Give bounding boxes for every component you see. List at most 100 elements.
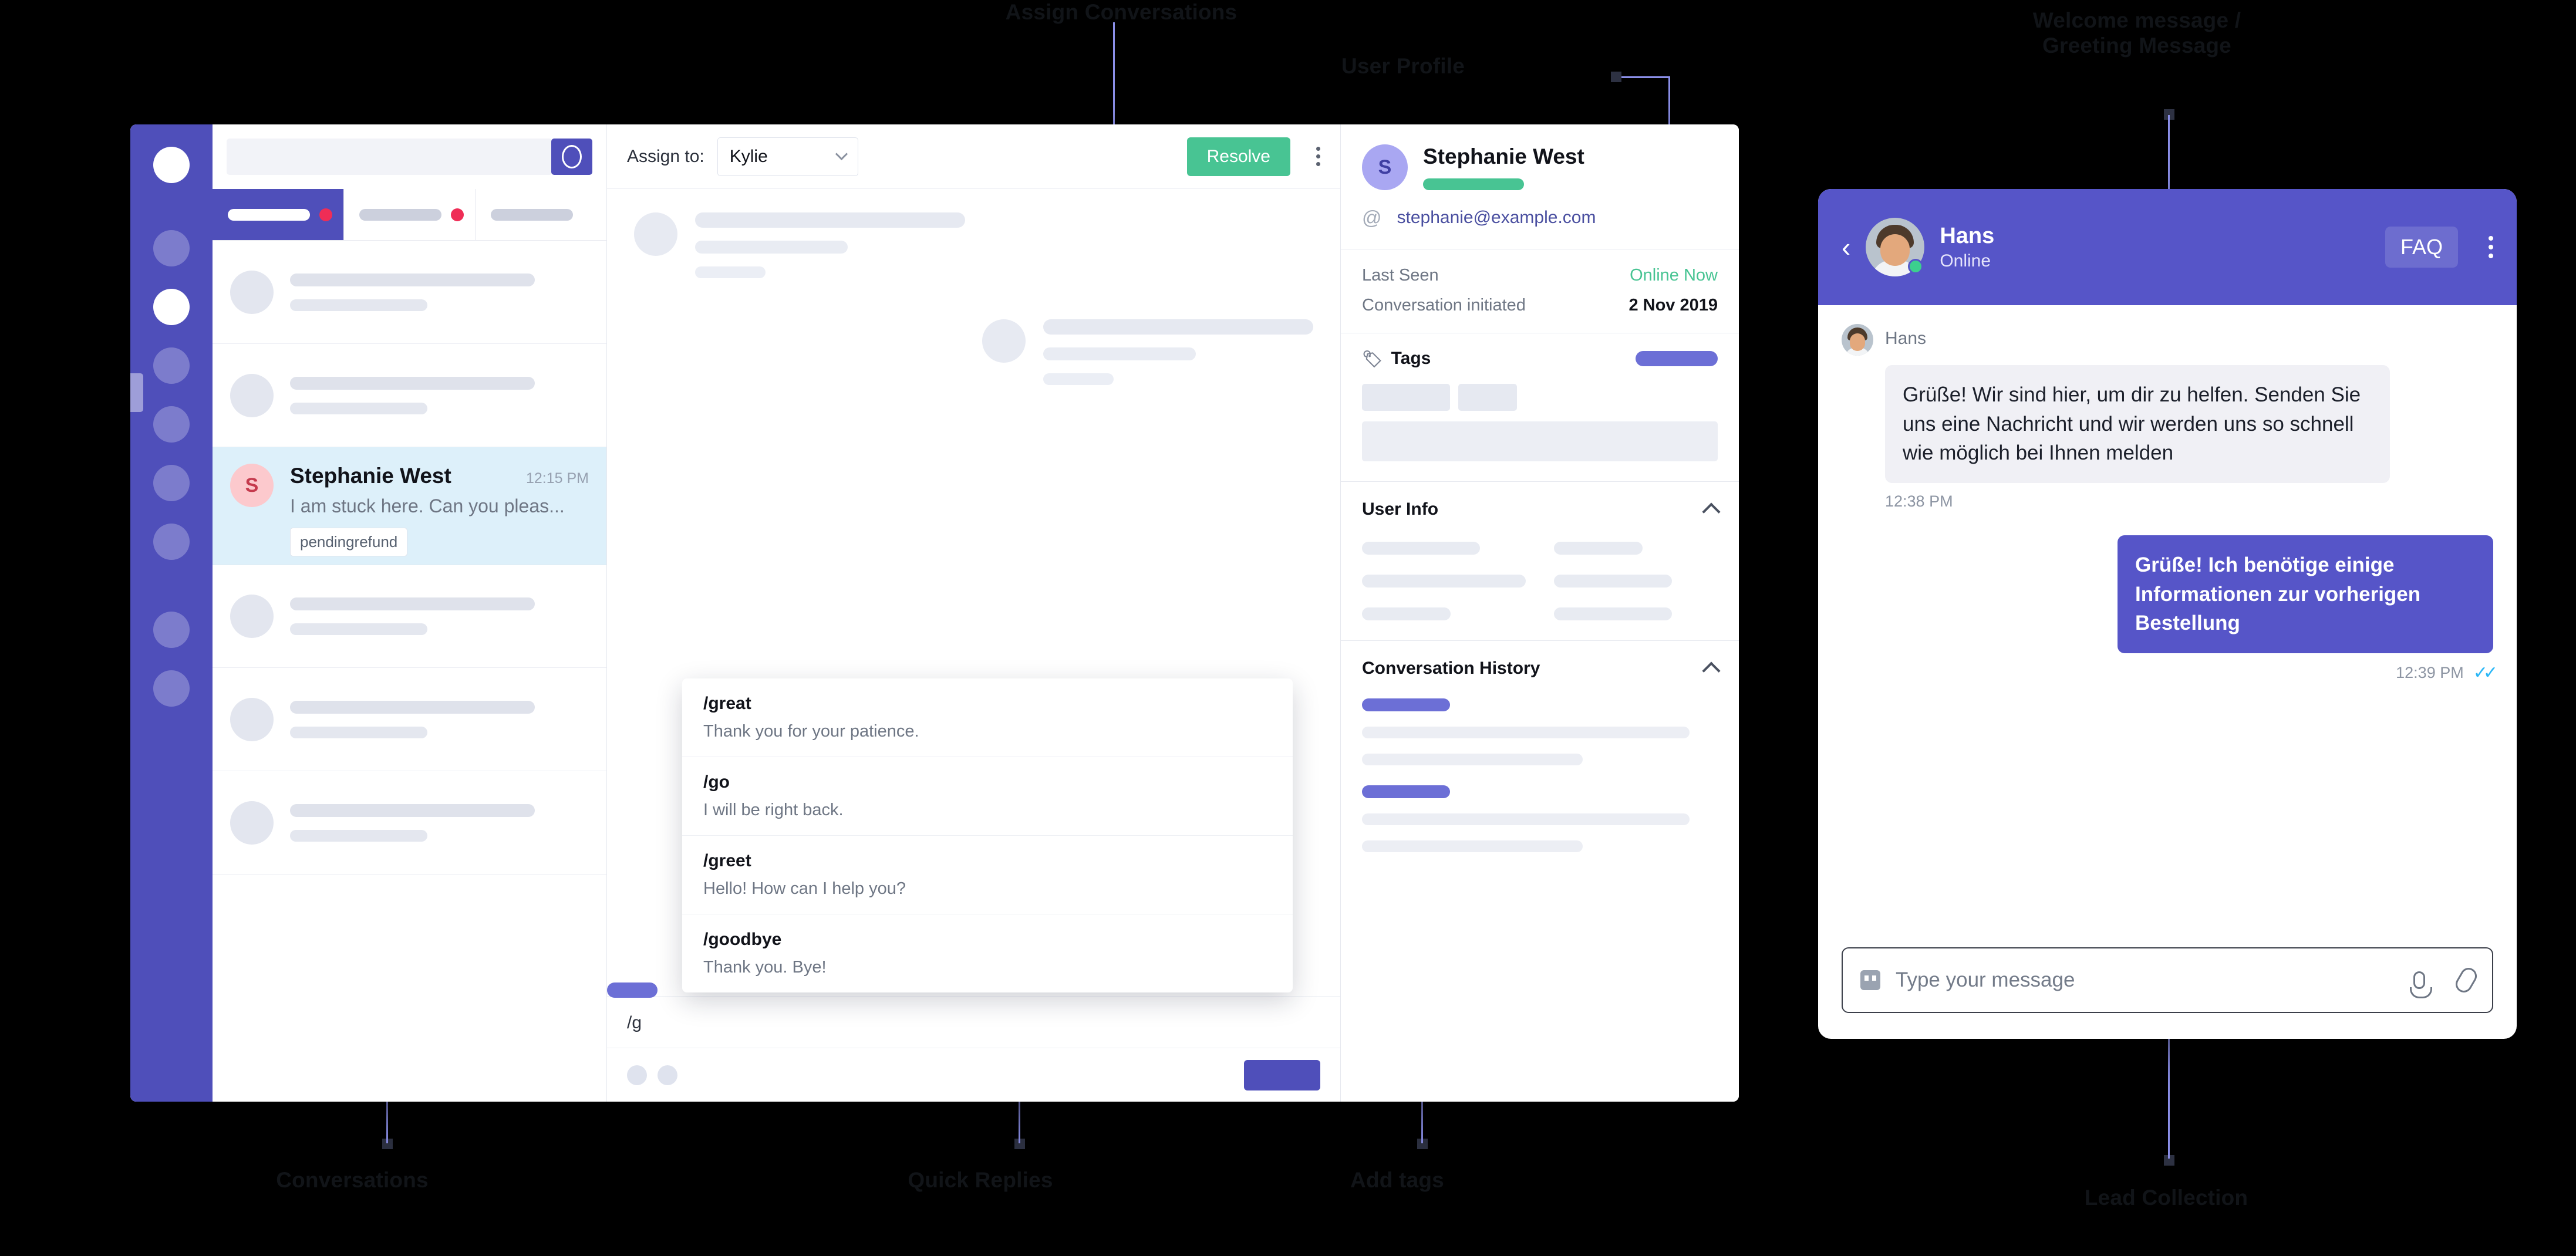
quick-reply-item[interactable]: /greet Hello! How can I help you? [682,836,1293,914]
message-placeholder [634,212,1313,278]
conversation-tag-badge[interactable]: pendingrefund [290,528,408,556]
history-item[interactable] [1362,785,1718,852]
dashboard-window: S Stephanie West 12:15 PM I am stuck her… [130,124,1739,1102]
list-item-selected[interactable]: S Stephanie West 12:15 PM I am stuck her… [213,447,606,565]
sidebar-icon-campaigns[interactable] [153,406,190,443]
quick-reply-text: Hello! How can I help you? [703,879,906,898]
profile-meta: Last Seen Online Now Conversation initia… [1341,249,1739,333]
kebab-menu-icon[interactable] [2489,236,2493,258]
incoming-message-header: Hans [1842,324,2493,356]
page-title: Stephanie West [1423,144,1584,168]
assign-to-select[interactable]: Kylie [717,137,858,176]
avatar [230,270,274,314]
conversation-list-panel: S Stephanie West 12:15 PM I am stuck her… [213,124,607,1102]
paperclip-icon[interactable] [2452,964,2480,996]
emoji-icon[interactable] [627,1065,647,1085]
sidebar-collapse-handle[interactable] [130,373,143,412]
conversation-time: 12:15 PM [525,470,589,487]
callout-assign-conversations: Assign Conversations [1005,0,1238,24]
quick-reply-item[interactable]: /goodbye Thank you. Bye! [682,914,1293,992]
list-item[interactable] [213,344,606,447]
meta-row-initiated: Conversation initiated 2 Nov 2019 [1362,296,1718,315]
sidebar-icon-automation[interactable] [153,524,190,560]
outgoing-message-bubble: Grüße! Ich benötige einige Informationen… [2118,535,2493,654]
list-item[interactable] [213,241,606,344]
faq-button[interactable]: FAQ [2385,227,2458,268]
tab-mine[interactable] [213,189,344,240]
list-item[interactable] [213,668,606,771]
microphone-icon[interactable] [2410,971,2432,998]
tab-all[interactable] [476,189,606,240]
history-item-line [1362,813,1690,825]
quick-replies-dropdown[interactable]: /great Thank you for your patience. /go … [682,678,1293,992]
search-input[interactable] [227,139,552,175]
user-info-fields [1362,542,1718,620]
user-info-placeholder [1554,542,1643,555]
chevron-down-icon [835,147,848,161]
callout-welcome-message: Welcome message / Greeting Message [2032,8,2241,58]
chevron-up-icon[interactable] [1702,502,1721,521]
meta-key: Conversation initiated [1362,296,1526,315]
avatar [1842,324,1873,356]
history-item[interactable] [1362,698,1718,765]
widget-message-input[interactable]: Type your message [1842,947,2493,1013]
send-button[interactable] [1244,1059,1320,1090]
search-icon[interactable] [551,139,592,175]
widget-header: ‹ Hans Online FAQ [1818,189,2517,305]
tag-chip[interactable] [1458,384,1517,411]
bot-icon[interactable] [1860,970,1880,990]
tab-unassigned[interactable] [344,189,476,240]
tab-mine-badge [319,208,332,221]
sidebar-icon-reports[interactable] [153,465,190,501]
list-item-placeholder [290,376,589,414]
outgoing-message: Grüße! Ich benötige einige Informationen… [1842,535,2498,683]
tab-unassigned-badge [451,208,464,221]
attachment-icon[interactable] [658,1065,677,1085]
history-item-line [1362,754,1583,765]
widget-messages: Hans Grüße! Wir sind hier, um dir zu hel… [1818,305,2517,947]
read-receipt-icon: ✓✓ [2473,663,2498,683]
add-tag-button[interactable] [1636,351,1718,366]
quick-reply-item[interactable]: /go I will be right back. [682,757,1293,836]
user-info-section: User Info [1341,482,1739,641]
avatar [230,801,274,845]
compose-input[interactable]: /g [627,1013,1320,1033]
resolve-button[interactable]: Resolve [1186,137,1290,176]
meta-row-last-seen: Last Seen Online Now [1362,266,1718,285]
outgoing-message-meta: 12:39 PM ✓✓ [2396,663,2498,683]
kebab-menu-icon[interactable] [1316,147,1320,166]
quick-reply-item[interactable]: /great Thank you for your patience. [682,678,1293,757]
tag-input[interactable] [1362,421,1718,461]
outgoing-message-time: 12:39 PM [2396,664,2464,682]
list-item[interactable] [213,771,606,875]
sidebar-icon-contacts[interactable] [153,347,190,384]
tags-title-text: Tags [1391,349,1431,368]
tags-section-title: 🏷 Tags [1362,349,1431,369]
avatar: S [230,464,274,507]
sidebar-nav-rail[interactable] [130,124,213,1102]
sidebar-icon-logo[interactable] [153,147,190,183]
chat-widget: ‹ Hans Online FAQ Hans Grüße! Wir sind h… [1818,189,2517,1039]
incoming-message-bubble: Grüße! Wir sind hier, um dir zu helfen. … [1885,365,2390,484]
tag-chip[interactable] [1362,384,1450,411]
avatar [982,319,1026,363]
list-item-placeholder [290,803,589,842]
profile-email[interactable]: stephanie@example.com [1397,208,1596,228]
chevron-left-icon[interactable]: ‹ [1842,234,1850,261]
at-icon: @ [1362,207,1382,228]
online-status-dot [1908,259,1924,274]
tags-section: 🏷 Tags [1341,333,1739,482]
sidebar-icon-settings[interactable] [153,612,190,648]
list-item-placeholder [290,597,589,635]
compose-area[interactable]: /g [607,982,1340,1102]
sidebar-icon-dashboard[interactable] [153,230,190,266]
sidebar-icon-help[interactable] [153,670,190,707]
list-item[interactable] [213,565,606,668]
callout-quick-replies: Quick Replies [908,1168,1053,1192]
tab-mine-label [228,208,310,221]
incoming-message-time: 12:38 PM [1885,492,1953,511]
message-sender: Hans [1885,329,1927,348]
chevron-up-icon[interactable] [1702,661,1721,680]
avatar: S [1362,144,1408,190]
sidebar-icon-conversations[interactable] [153,289,190,325]
